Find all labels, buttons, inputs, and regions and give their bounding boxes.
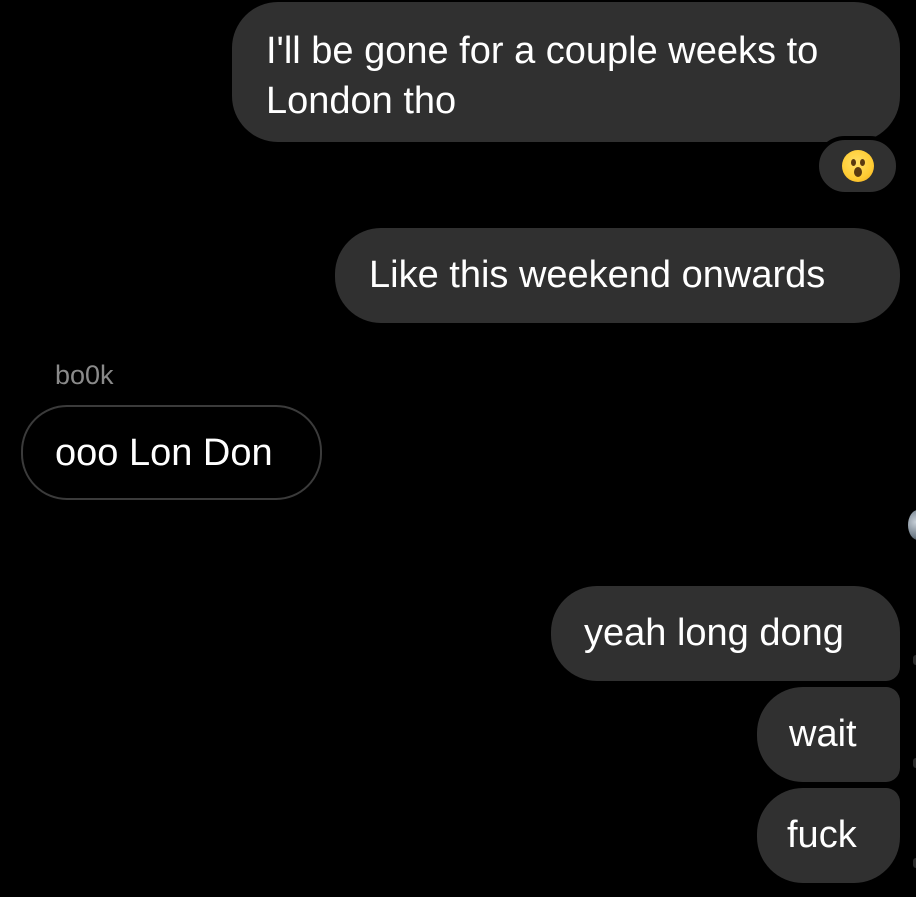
message-reaction[interactable] (815, 136, 900, 196)
message-text: yeah long dong (584, 612, 844, 654)
message-text: I'll be gone for a couple weeks to Londo… (266, 30, 819, 122)
sender-name: bo0k (55, 360, 114, 390)
message-text: wait (789, 713, 857, 755)
outgoing-message[interactable]: wait (757, 687, 900, 782)
outgoing-message[interactable]: I'll be gone for a couple weeks to Londo… (232, 2, 900, 142)
message-text: ooo Lon Don (55, 432, 273, 474)
outgoing-message[interactable]: yeah long dong (551, 586, 900, 681)
astonished-face-emoji-icon (841, 150, 874, 182)
incoming-message[interactable]: ooo Lon Don (21, 405, 322, 500)
message-text: Like this weekend onwards (369, 254, 826, 296)
outgoing-message[interactable]: fuck (757, 788, 900, 883)
outgoing-message[interactable]: Like this weekend onwards (335, 228, 900, 323)
message-text: fuck (787, 814, 857, 856)
avatar[interactable] (908, 510, 916, 540)
